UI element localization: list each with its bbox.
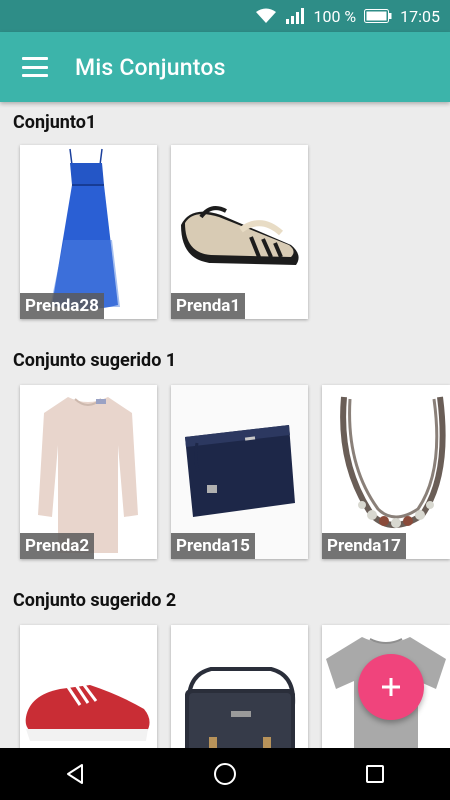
section-title: Conjunto sugerido 1 xyxy=(13,350,177,371)
garment-card[interactable] xyxy=(20,625,157,748)
garment-label: Prenda1 xyxy=(171,293,246,319)
hamburger-menu-icon[interactable] xyxy=(22,57,48,77)
home-button[interactable] xyxy=(195,748,255,800)
recents-button[interactable] xyxy=(345,748,405,800)
back-button[interactable] xyxy=(45,748,105,800)
outfits-list[interactable]: Conjunto1 Prenda28 Prenda1 Conjunto suge… xyxy=(0,102,450,748)
battery-percent: 100 % xyxy=(313,6,357,26)
signal-icon xyxy=(285,8,305,24)
status-bar: 100 % 17:05 xyxy=(0,0,450,32)
garment-card[interactable]: Prenda15 xyxy=(171,385,308,559)
system-nav-bar xyxy=(0,748,450,800)
messenger-bag-image xyxy=(171,625,308,748)
plus-icon xyxy=(382,678,400,696)
home-circle-icon xyxy=(214,763,236,785)
page-title: Mis Conjuntos xyxy=(75,53,226,81)
recents-square-icon xyxy=(366,765,384,783)
add-outfit-button[interactable] xyxy=(358,654,424,720)
section-title: Conjunto1 xyxy=(13,112,97,133)
garment-card[interactable] xyxy=(171,625,308,748)
garment-card[interactable]: Prenda2 xyxy=(20,385,157,559)
garment-label: Prenda17 xyxy=(322,533,406,559)
garment-card[interactable]: Prenda1 xyxy=(171,145,308,319)
garment-card[interactable]: Prenda17 xyxy=(322,385,450,559)
garment-label: Prenda28 xyxy=(20,293,104,319)
wifi-icon xyxy=(255,8,277,24)
battery-icon xyxy=(364,9,392,23)
section-title: Conjunto sugerido 2 xyxy=(13,590,177,611)
back-triangle-icon xyxy=(67,764,83,784)
app-bar: Mis Conjuntos xyxy=(0,32,450,102)
garment-label: Prenda2 xyxy=(20,533,95,559)
sneaker-image xyxy=(20,625,157,748)
garment-label: Prenda15 xyxy=(171,533,255,559)
clock: 17:05 xyxy=(400,6,440,26)
garment-card[interactable]: Prenda28 xyxy=(20,145,157,319)
